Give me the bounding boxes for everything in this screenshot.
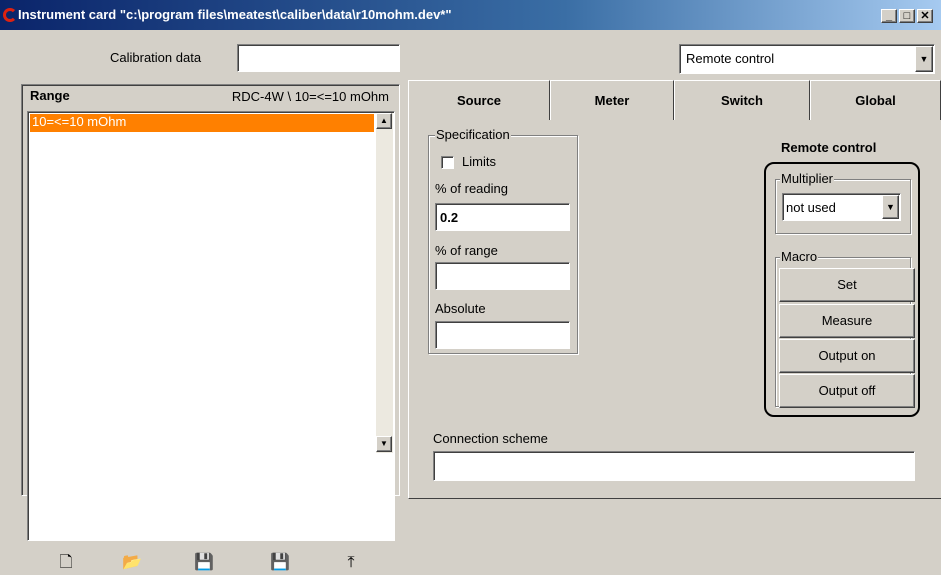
multiplier-value: not used — [786, 200, 836, 215]
measure-button[interactable]: Measure — [779, 304, 915, 338]
mode-select-value: Remote control — [686, 51, 775, 66]
range-list[interactable]: 10=<=10 mOhm ▲ ▼ — [27, 111, 395, 541]
save-icon[interactable]: 💾 — [192, 551, 216, 575]
tab-panel: Specification Limits % of reading 0.2 % … — [408, 120, 941, 499]
output-on-button[interactable]: Output on — [779, 339, 915, 373]
reading-label: % of reading — [435, 181, 508, 196]
title-bar: Instrument card "c:\program files\meates… — [0, 0, 941, 30]
scroll-down-icon[interactable]: ▼ — [376, 436, 392, 452]
calibration-input[interactable] — [237, 44, 400, 72]
macro-legend: Macro — [780, 249, 819, 264]
range-header-value: RDC-4W \ 10=<=10 mOhm — [231, 89, 389, 104]
new-file-icon[interactable]: 🗋 — [54, 551, 78, 575]
multiplier-legend: Multiplier — [780, 171, 835, 186]
chevron-down-icon[interactable]: ▼ — [882, 195, 899, 219]
set-button[interactable]: Set — [779, 268, 915, 302]
mode-select[interactable]: Remote control ▼ — [679, 44, 935, 74]
macro-group: Macro Set Measure Output on Output off — [775, 249, 915, 408]
output-off-button[interactable]: Output off — [779, 374, 915, 408]
range-panel: Range RDC-4W \ 10=<=10 mOhm 10=<=10 mOhm… — [21, 84, 400, 571]
connection-input[interactable] — [433, 451, 915, 481]
save-as-icon[interactable]: 💾 — [268, 551, 292, 575]
maximize-button[interactable]: □ — [899, 9, 915, 23]
tab-switch[interactable]: Switch — [674, 80, 810, 120]
specification-group: Specification Limits % of reading 0.2 % … — [428, 127, 578, 354]
tab-meter[interactable]: Meter — [550, 80, 674, 120]
limits-checkbox[interactable] — [441, 156, 454, 169]
connection-label: Connection scheme — [433, 431, 548, 446]
absolute-label: Absolute — [435, 301, 486, 316]
app-logo-icon — [3, 8, 17, 22]
scroll-up-icon[interactable]: ▲ — [376, 113, 392, 129]
range-list-item[interactable]: 10=<=10 mOhm — [30, 114, 374, 132]
specification-legend: Specification — [435, 127, 511, 142]
minimize-button[interactable]: _ — [881, 9, 897, 23]
tab-source[interactable]: Source — [408, 80, 550, 120]
open-folder-icon[interactable]: 📂 — [120, 551, 144, 575]
multiplier-select[interactable]: not used ▼ — [782, 193, 901, 221]
range-scrollbar[interactable]: ▲ ▼ — [376, 113, 393, 453]
window-title: Instrument card "c:\program files\meates… — [18, 7, 452, 22]
chevron-down-icon[interactable]: ▼ — [915, 46, 933, 72]
multiplier-group: Multiplier not used ▼ — [775, 171, 911, 234]
remote-control-title: Remote control — [781, 140, 877, 155]
absolute-input[interactable] — [435, 321, 570, 349]
parent-folder-icon[interactable]: ⤒ — [339, 551, 363, 575]
range-percent-input[interactable] — [435, 262, 570, 290]
range-header-label: Range — [30, 88, 70, 103]
remote-control-frame: Multiplier not used ▼ Macro Set Measure … — [764, 162, 920, 417]
tab-global[interactable]: Global — [810, 80, 941, 120]
range-percent-label: % of range — [435, 243, 498, 258]
limits-label: Limits — [462, 154, 496, 169]
close-button[interactable]: ✕ — [917, 9, 933, 23]
reading-input[interactable]: 0.2 — [435, 203, 570, 231]
calibration-label: Calibration data — [110, 50, 202, 65]
